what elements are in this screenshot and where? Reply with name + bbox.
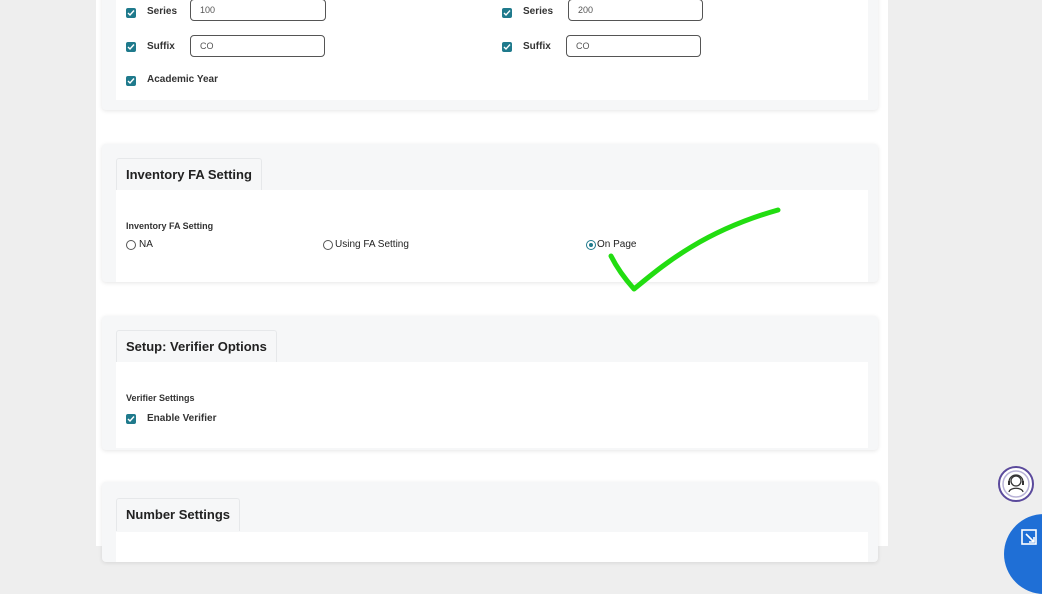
radio-on-page-label: On Page <box>597 239 637 250</box>
series-card: Series 100 Suffix CO Academic Year Serie… <box>102 0 878 110</box>
headset-agent-icon <box>1002 470 1030 498</box>
verifier-card-body <box>116 362 868 448</box>
radio-on-page[interactable] <box>586 240 596 250</box>
radio-na[interactable] <box>126 240 136 250</box>
series-label-right: Series <box>523 6 554 17</box>
number-card: Number Settings <box>102 482 878 562</box>
settings-page: Series 100 Suffix CO Academic Year Serie… <box>96 0 888 562</box>
corner-action-button[interactable] <box>1004 514 1042 594</box>
radio-using-fa-setting[interactable] <box>323 240 333 250</box>
series-input-right[interactable]: 200 <box>568 0 703 21</box>
suffix-label-right: Suffix <box>523 41 551 52</box>
number-card-body <box>116 532 868 562</box>
academic-year-label: Academic Year <box>147 74 218 85</box>
suffix-checkbox-right[interactable] <box>502 42 512 52</box>
inventory-card-body <box>116 190 868 282</box>
verifier-sub-label: Verifier Settings <box>126 393 195 403</box>
suffix-label-left: Suffix <box>147 41 175 52</box>
resize-arrow-icon <box>1021 529 1037 545</box>
inventory-tab-title: Inventory FA Setting <box>116 158 262 191</box>
suffix-input-left[interactable]: CO <box>190 35 325 57</box>
verifier-tab-title: Setup: Verifier Options <box>116 330 277 363</box>
series-input-left[interactable]: 100 <box>190 0 326 21</box>
support-agent-button[interactable] <box>998 466 1034 502</box>
series-checkbox-left[interactable] <box>126 8 136 18</box>
series-label-left: Series <box>147 6 178 17</box>
inventory-sub-label: Inventory FA Setting <box>126 221 214 231</box>
radio-using-fa-setting-label: Using FA Setting <box>335 239 409 250</box>
suffix-input-right[interactable]: CO <box>566 35 701 57</box>
series-checkbox-right[interactable] <box>502 8 512 18</box>
enable-verifier-label: Enable Verifier <box>147 413 217 424</box>
number-tab-title: Number Settings <box>116 498 241 531</box>
radio-na-label: NA <box>139 239 153 250</box>
inventory-card: Inventory FA Setting Inventory FA Settin… <box>102 144 878 282</box>
verifier-card: Setup: Verifier Options Verifier Setting… <box>102 316 878 450</box>
suffix-checkbox-left[interactable] <box>126 42 136 52</box>
enable-verifier-checkbox[interactable] <box>126 414 136 424</box>
academic-year-checkbox[interactable] <box>126 76 136 86</box>
